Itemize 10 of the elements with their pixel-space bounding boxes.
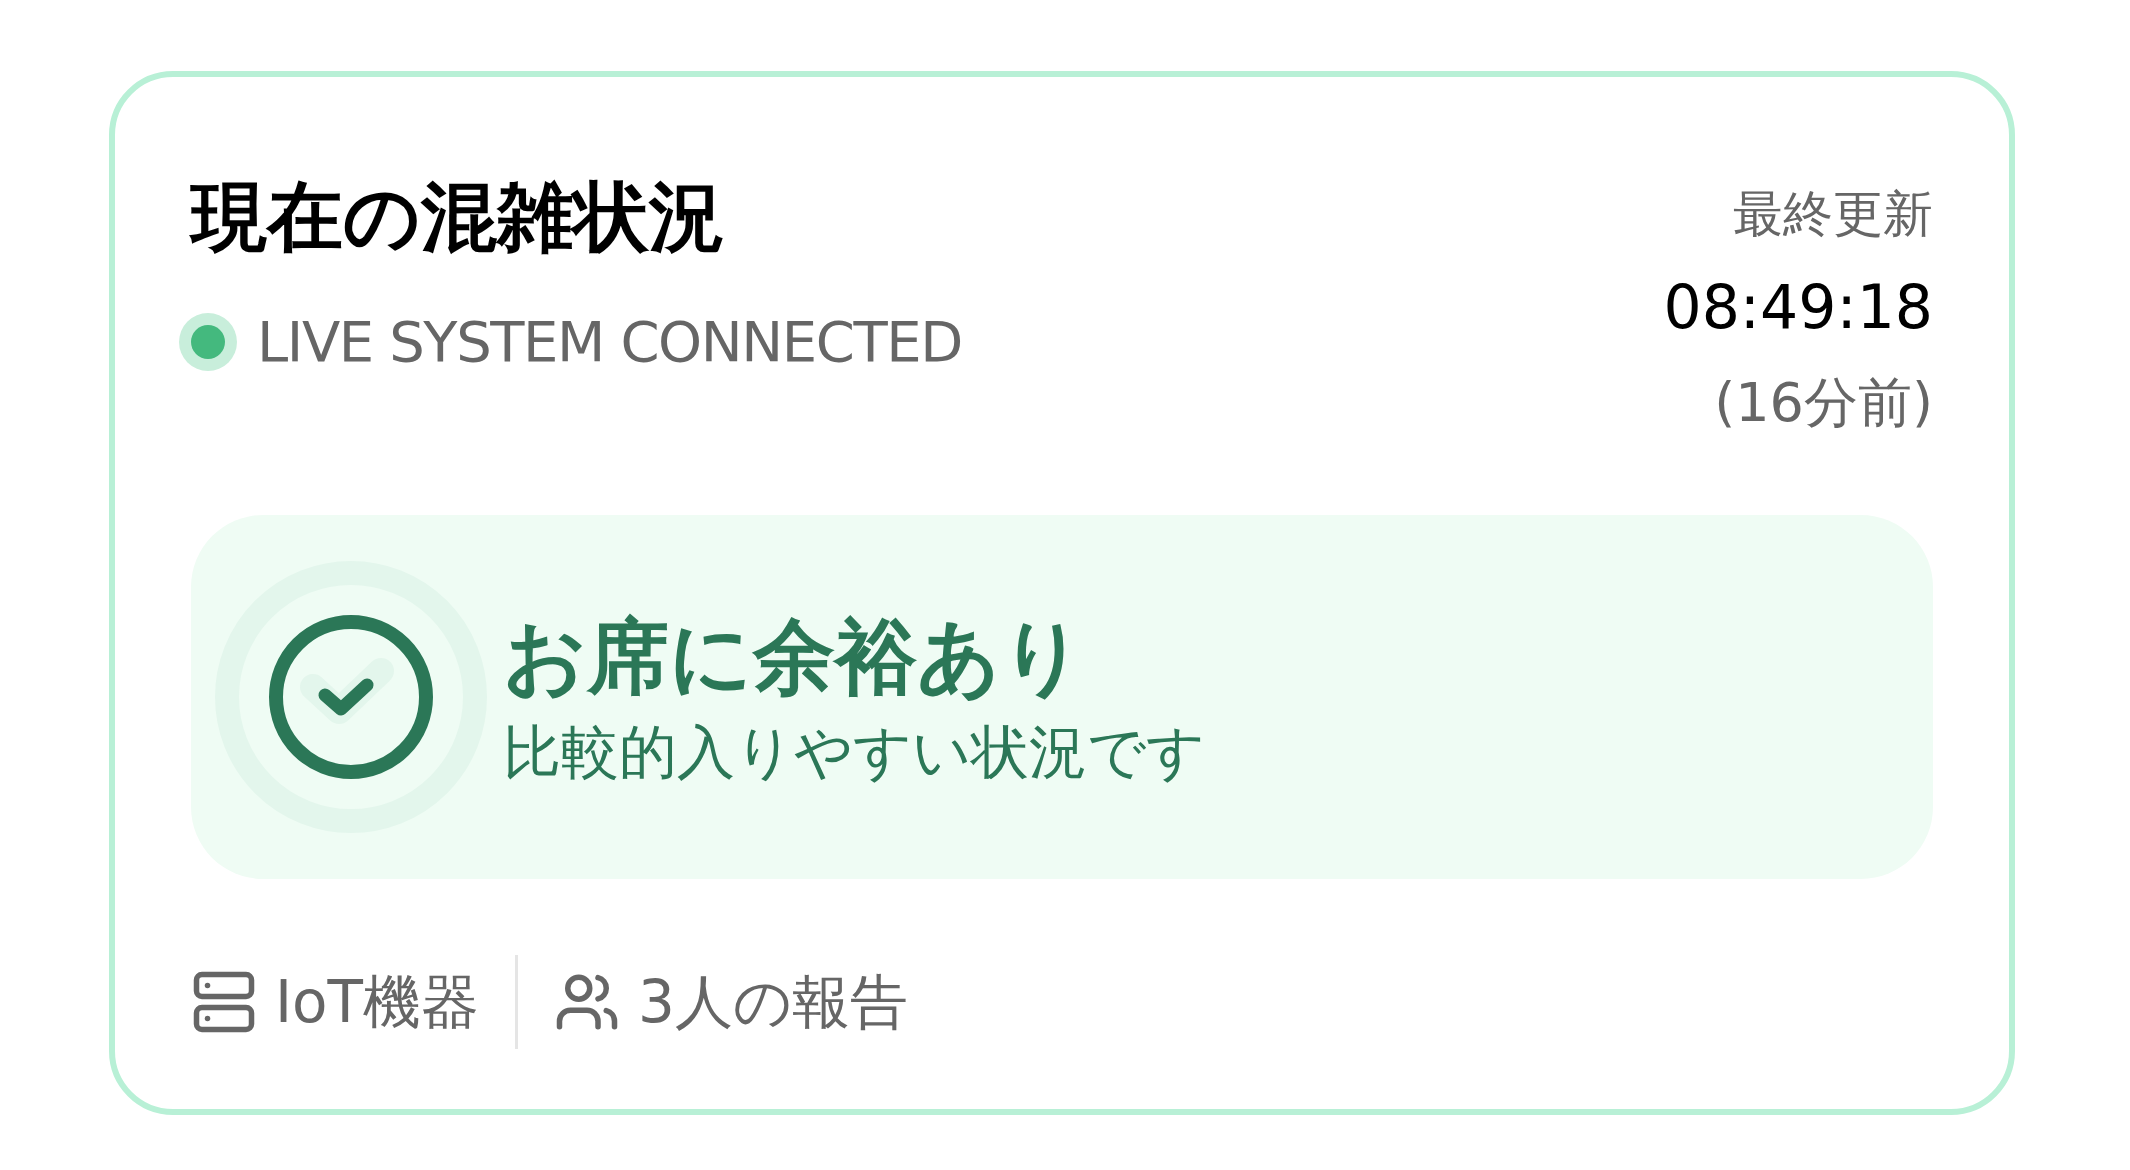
source-label: IoT機器 [275,966,480,1038]
last-update-time: 08:49:18 [1663,271,1933,344]
source-label: 3人の報告 [638,966,908,1038]
card-title: 現在の混雑状況 [191,171,726,263]
time-ago: (16分前) [1714,370,1933,436]
status-title: お席に余裕あり [503,607,1086,706]
connection-status: LIVE SYSTEM CONNECTED [257,308,962,376]
server-icon [191,969,257,1035]
status-description: 比較的入りやすい状況です [503,717,1205,788]
last-update-label: 最終更新 [1733,184,1933,245]
